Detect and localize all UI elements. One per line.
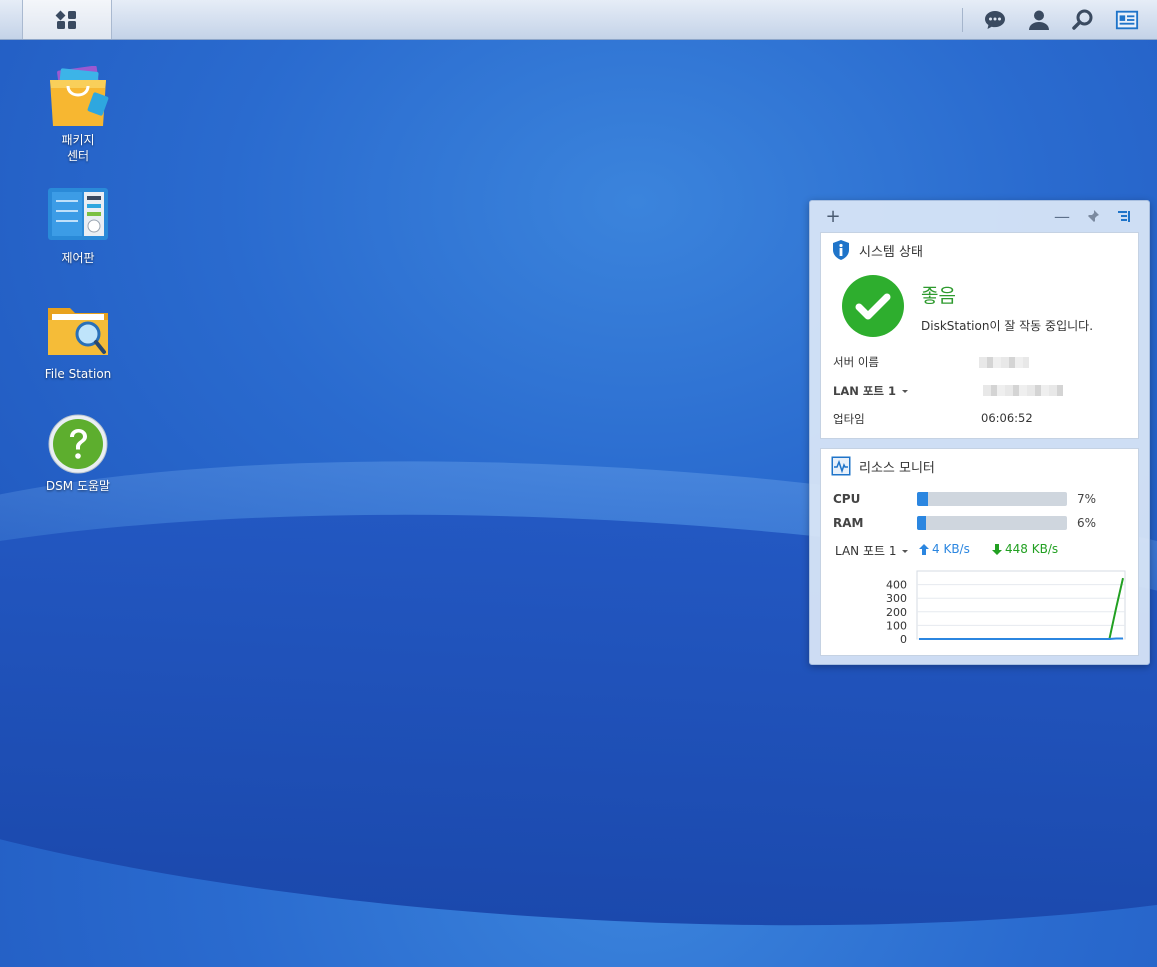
ram-usage-fill	[917, 516, 926, 530]
desktop-icon-label: DSM 도움말	[45, 479, 111, 493]
widgets-icon	[1115, 10, 1139, 30]
upload-rate: 4 KB/s	[919, 542, 970, 556]
cpu-label: CPU	[833, 492, 861, 506]
widget-panel: + — 시스템 상태 좋음 DiskStation이 잘 작동 중입니다. 서버…	[809, 200, 1150, 665]
taskbar-separator	[962, 8, 963, 32]
server-name-label: 서버 이름	[833, 355, 879, 369]
chart-y-tick-label: 400	[886, 579, 907, 592]
system-health-widget: 시스템 상태 좋음 DiskStation이 잘 작동 중입니다. 서버 이름 …	[820, 232, 1139, 439]
widget-toolbar: + —	[810, 201, 1149, 231]
chart-series-line	[919, 637, 1123, 640]
system-health-title: 시스템 상태	[859, 244, 923, 260]
cpu-usage-bar	[917, 492, 1067, 506]
package-center-icon	[46, 65, 110, 130]
control-panel-icon	[46, 184, 110, 248]
resource-monitor-title: 리소스 모니터	[859, 460, 935, 476]
download-arrow-icon	[992, 543, 1002, 555]
server-name-value-redacted	[979, 357, 1029, 368]
chevron-down-icon	[901, 549, 908, 553]
desktop-icon-control-panel[interactable]: 제어판	[18, 184, 138, 266]
search-button[interactable]	[1071, 8, 1095, 32]
ram-usage-bar	[917, 516, 1067, 530]
user-icon	[1029, 10, 1049, 30]
desktop-icon-label: File Station	[44, 367, 112, 381]
user-button[interactable]	[1027, 8, 1051, 32]
notification-icon	[985, 11, 1005, 29]
resource-lan-dropdown[interactable]: LAN 포트 1	[835, 542, 910, 559]
chart-plot-area	[916, 570, 1126, 640]
sidebar-toggle-icon	[1118, 211, 1130, 222]
chart-y-tick-label: 200	[886, 606, 907, 619]
download-rate-value: 448 KB/s	[1005, 542, 1059, 556]
cpu-usage-fill	[917, 492, 928, 506]
minimize-widget-button[interactable]: —	[1053, 207, 1071, 226]
chart-y-tick-label: 100	[886, 619, 907, 632]
file-station-icon	[46, 300, 110, 364]
info-shield-icon	[833, 240, 849, 260]
status-text: 좋음	[921, 285, 956, 307]
widgets-button[interactable]	[1115, 8, 1139, 32]
desktop-icon-label: 센터	[66, 149, 90, 163]
system-health-header: 시스템 상태	[831, 239, 923, 261]
lan-port-label: LAN 포트 1	[833, 384, 897, 398]
uptime-value: 06:06:52	[981, 411, 1033, 425]
chevron-down-icon	[902, 390, 909, 393]
status-message: DiskStation이 잘 작동 중입니다.	[921, 319, 1094, 333]
pin-icon	[1087, 210, 1099, 223]
desktop-icon-dsm-help[interactable]: DSM 도움말	[18, 412, 138, 494]
download-rate: 448 KB/s	[992, 542, 1058, 556]
cpu-percent: 7%	[1077, 492, 1097, 506]
main-menu-button[interactable]	[22, 0, 112, 39]
resource-monitor-icon	[831, 456, 851, 476]
ram-label: RAM	[833, 516, 864, 530]
pin-widget-button[interactable]	[1084, 207, 1102, 225]
desktop-icon-label: 제어판	[61, 251, 95, 265]
chart-y-tick-label: 0	[900, 633, 907, 646]
uptime-label: 업타임	[833, 412, 865, 426]
desktop-icon-package-center[interactable]: 패키지 센터	[18, 65, 138, 164]
resource-monitor-header: 리소스 모니터	[831, 455, 935, 477]
desktop-icon-label: 패키지	[61, 133, 95, 147]
dsm-help-icon	[46, 412, 110, 476]
chart-y-tick-label: 300	[886, 592, 907, 605]
notification-button[interactable]	[983, 8, 1007, 32]
resource-monitor-widget: 리소스 모니터 CPU 7% RAM 6% LAN 포트 1 4 KB/s 44…	[820, 448, 1139, 656]
add-widget-button[interactable]: +	[824, 206, 842, 227]
status-ok-icon	[842, 275, 904, 337]
lan-ip-value-redacted	[983, 385, 1063, 396]
desktop-icon-file-station[interactable]: File Station	[18, 300, 138, 382]
taskbar	[0, 0, 1157, 40]
ram-percent: 6%	[1077, 516, 1097, 530]
upload-rate-value: 4 KB/s	[932, 542, 970, 556]
main-menu-icon	[55, 10, 76, 29]
upload-arrow-icon	[919, 543, 929, 555]
network-chart: 4003002001000	[886, 570, 1126, 646]
search-icon	[1072, 9, 1093, 30]
lan-port-dropdown[interactable]: LAN 포트 1	[833, 383, 910, 399]
widget-settings-button[interactable]	[1115, 207, 1133, 225]
resource-lan-label: LAN 포트 1	[835, 544, 897, 558]
